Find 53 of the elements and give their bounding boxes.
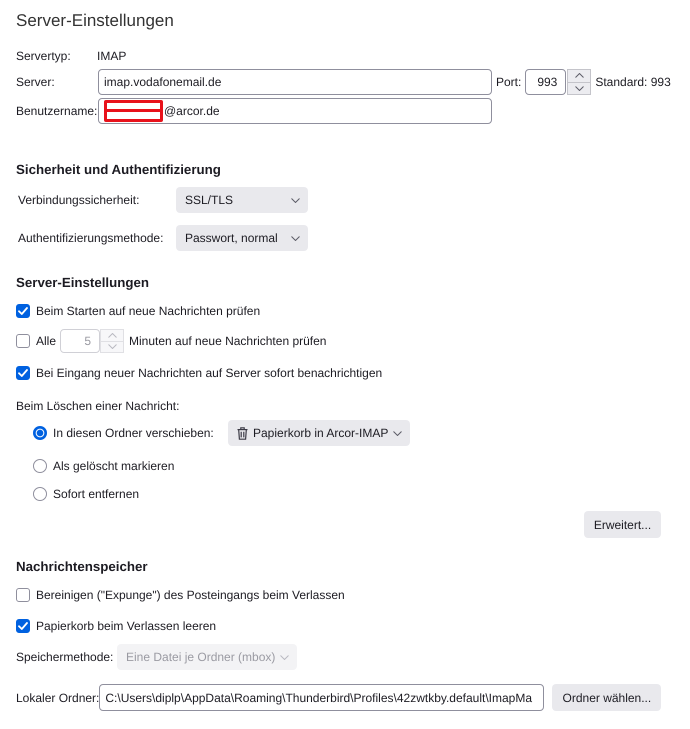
- checkbox[interactable]: [16, 619, 30, 633]
- checkbox[interactable]: [16, 366, 30, 380]
- folder-path-field[interactable]: C:\Users\diplp\AppData\Roaming\Thunderbird\Profiles\42zwtkby.default\ImapMa: [99, 684, 544, 711]
- checkbox-label[interactable]: Bei Eingang neuer Nachrichten auf Server sofort benachrichtigen: [36, 365, 382, 381]
- chevron-up-icon: [108, 332, 117, 338]
- checkbox[interactable]: [16, 588, 30, 602]
- checkmark-icon: [18, 622, 28, 630]
- field-label: Verbindungssicherheit:: [17, 192, 140, 208]
- field-label: Server:: [16, 74, 56, 90]
- username-field[interactable]: @arcor.de: [98, 98, 492, 124]
- dropdown[interactable]: SSL/TLS: [176, 187, 308, 213]
- field-label: Lokaler Ordner:: [16, 690, 100, 706]
- section-heading: Sicherheit und Authentifizierung: [16, 161, 221, 179]
- default-port-label: Standard: 993: [595, 74, 671, 90]
- checkmark-icon: [18, 369, 28, 377]
- section-label: Beim Löschen einer Nachricht:: [16, 398, 180, 414]
- page-title: Server-Einstellungen: [16, 10, 174, 32]
- field-label: Servertyp:: [16, 48, 72, 64]
- chevron-down-icon: [291, 198, 300, 202]
- port-field[interactable]: 993: [525, 69, 566, 95]
- chevron-down-icon: [393, 430, 402, 436]
- decrement-button[interactable]: [567, 82, 592, 95]
- section-heading: Nachrichtenspeicher: [16, 558, 148, 576]
- radio-label[interactable]: Sofort entfernen: [53, 486, 140, 502]
- chevron-down-icon: [108, 344, 117, 350]
- interval-suffix-label: Minuten auf neue Nachrichten prüfen: [129, 333, 326, 349]
- field-label: Speichermethode:: [16, 649, 114, 665]
- increment-button[interactable]: [567, 69, 592, 82]
- server-field[interactable]: imap.vodafonemail.de: [98, 69, 492, 95]
- radio-button[interactable]: [33, 487, 47, 501]
- field-label: Authentifizierungsmethode:: [17, 230, 164, 246]
- radio-label[interactable]: In diesen Ordner verschieben:: [53, 425, 228, 441]
- field-label: Benutzername:: [16, 103, 98, 119]
- folder-dropdown[interactable]: Papierkorb in Arcor-IMAP: [228, 420, 410, 446]
- chevron-up-icon: [574, 73, 584, 78]
- checkbox-label[interactable]: Beim Starten auf neue Nachrichten prüfen: [36, 303, 260, 319]
- field-label: Port:: [496, 74, 522, 90]
- section-heading: Server-Einstellungen: [16, 274, 150, 292]
- trash-icon: [237, 426, 248, 440]
- server-type-value: IMAP: [97, 48, 126, 64]
- dropdown[interactable]: Passwort, normal: [176, 225, 308, 251]
- radio-button[interactable]: [33, 459, 47, 473]
- advanced-button[interactable]: Erweitert...: [584, 511, 661, 538]
- chevron-down-icon: [291, 236, 300, 240]
- choose-folder-button[interactable]: Ordner wählen...: [552, 684, 662, 711]
- chevron-down-icon: [574, 86, 584, 91]
- checkmark-icon: [18, 307, 28, 315]
- checkbox-label[interactable]: Bereinigen ("Expunge") des Posteingangs beim Verlassen: [36, 587, 345, 603]
- radio-button[interactable]: [33, 426, 47, 440]
- checkbox[interactable]: [16, 304, 30, 318]
- checkbox-label[interactable]: Papierkorb beim Verlassen leeren: [36, 618, 216, 634]
- radio-label[interactable]: Als gelöscht markieren: [53, 458, 174, 474]
- chevron-down-icon: [280, 654, 290, 660]
